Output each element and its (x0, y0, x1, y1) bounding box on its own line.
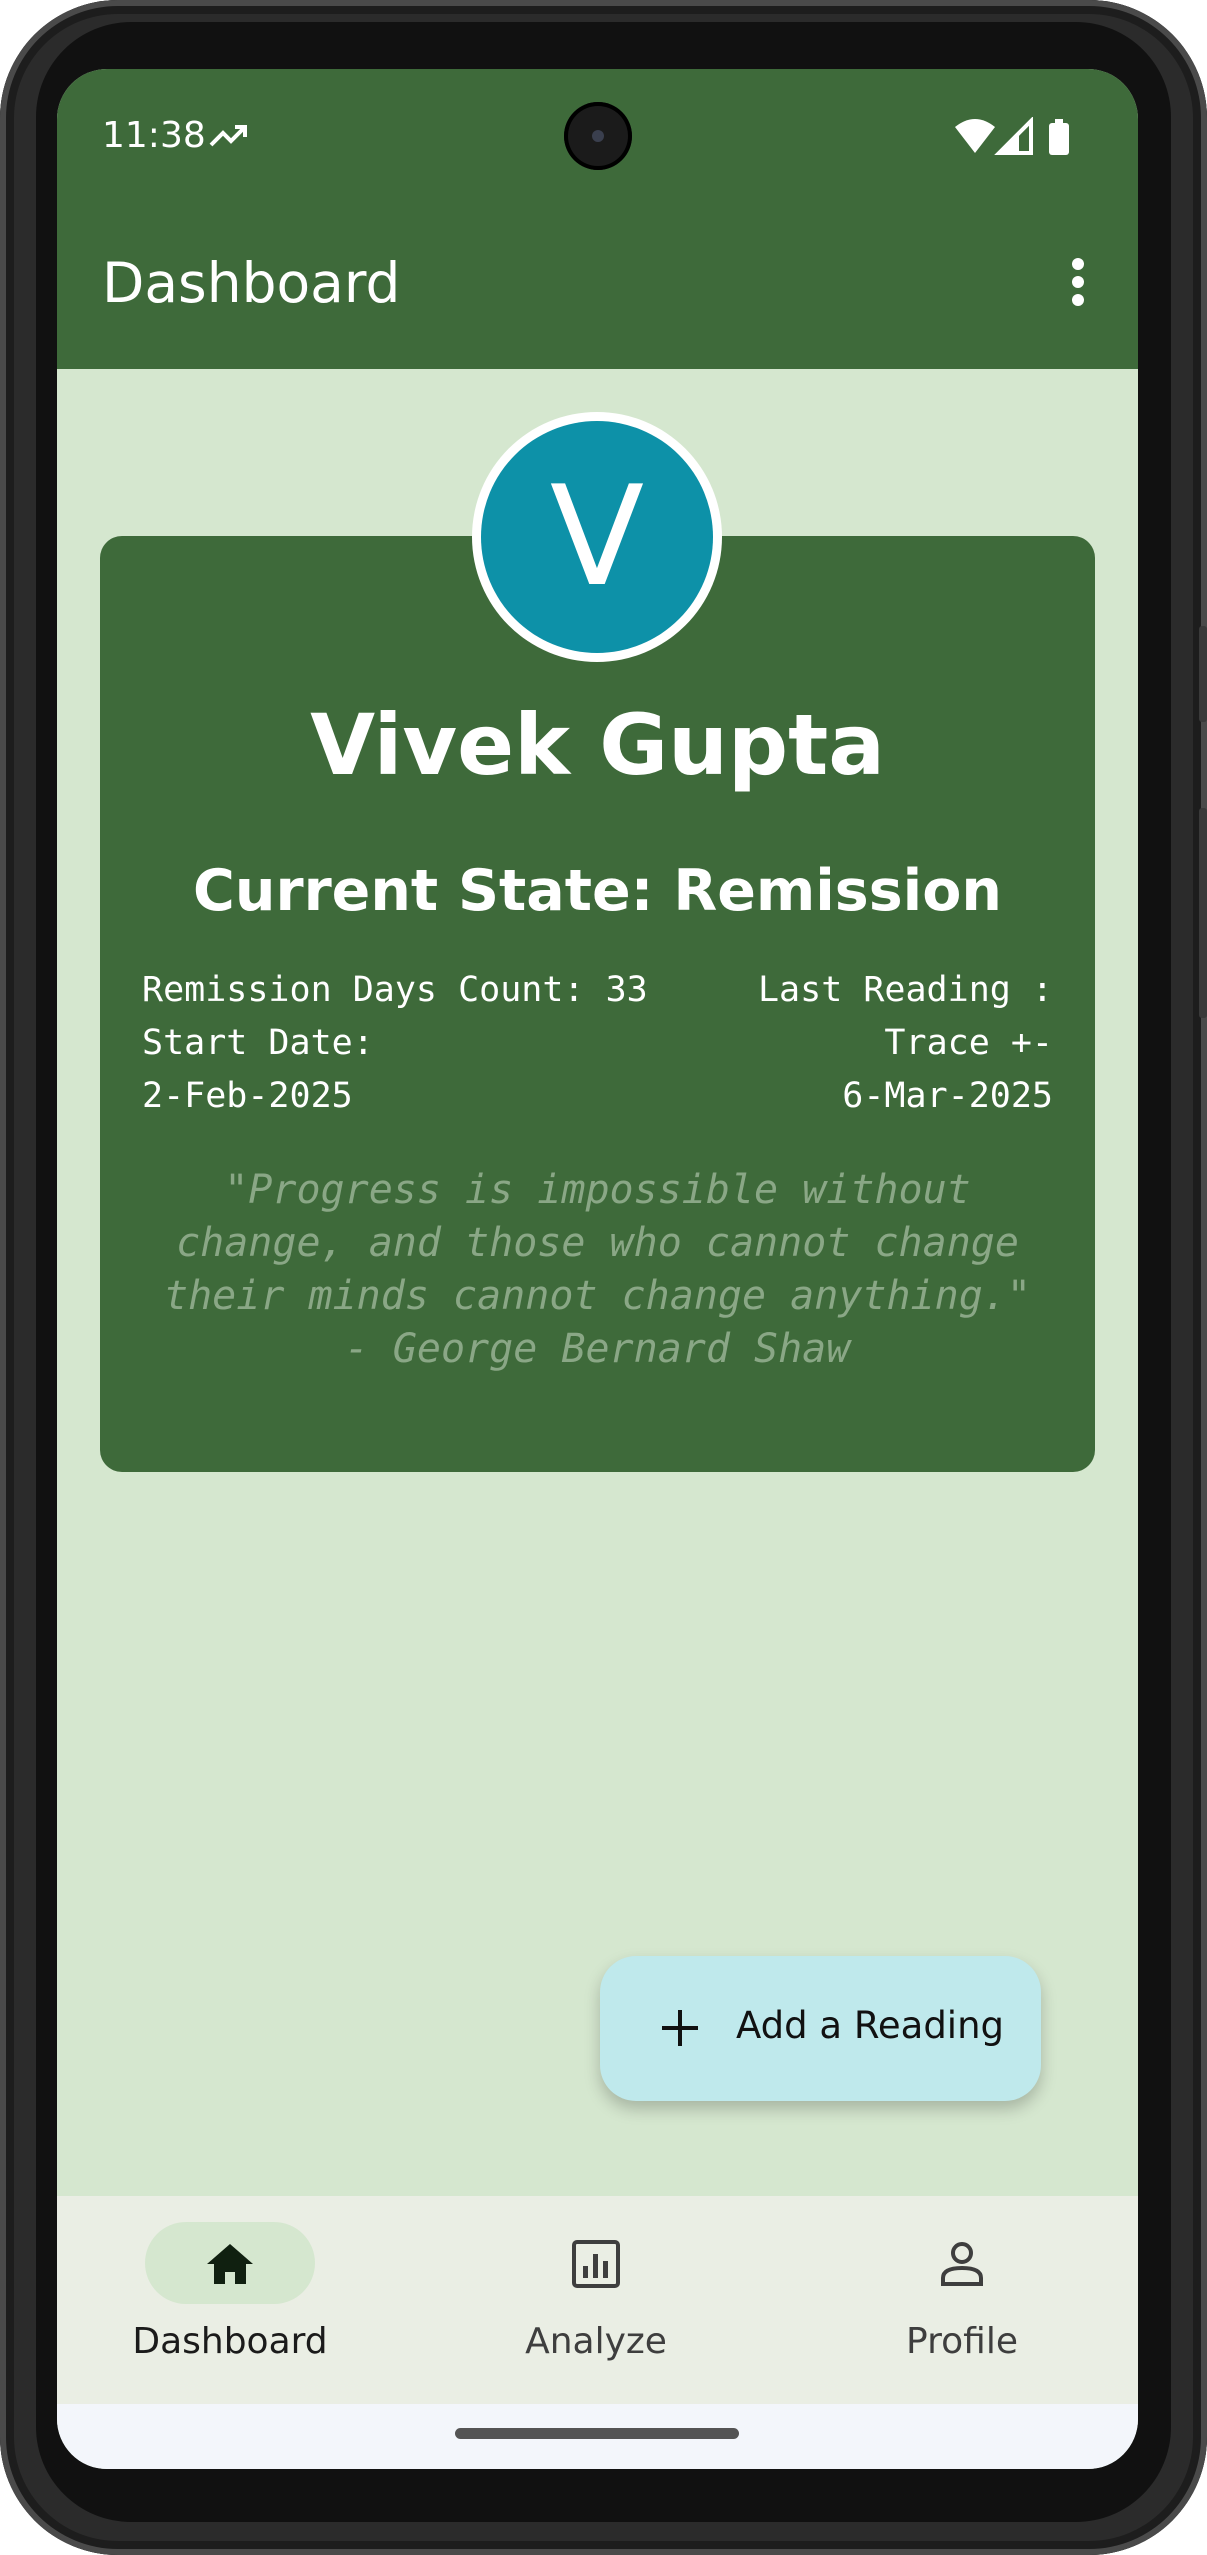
nav-label-analyze: Analyze (525, 2321, 667, 2362)
last-reading-value: Trace +- (884, 1023, 1053, 1063)
current-state: Current State: Remission (193, 858, 1002, 924)
battery-icon (1049, 119, 1069, 155)
bar-chart-icon (572, 2240, 620, 2288)
remission-info: Remission Days Count: 33 Start Date: 2-F… (142, 964, 648, 1123)
app-bar: Dashboard (57, 199, 1138, 369)
gesture-area (57, 2404, 1138, 2469)
last-reading-date: 6-Mar-2025 (842, 1076, 1053, 1116)
nav-item-dashboard[interactable]: Dashboard (57, 2196, 357, 2404)
status-icons (955, 117, 1069, 155)
trending-up-icon (209, 125, 247, 147)
last-reading-label: Last Reading : (757, 970, 1053, 1010)
remission-days-count: Remission Days Count: 33 (142, 970, 648, 1010)
screen: 11:38 Dashboard Vivek Gupta Current Stat… (57, 69, 1138, 2469)
add-reading-button[interactable]: Add a Reading (600, 1956, 1041, 2101)
status-time: 11:38 (102, 115, 206, 156)
phone-frame: 11:38 Dashboard Vivek Gupta Current Stat… (0, 0, 1207, 2555)
plus-icon (662, 2010, 698, 2046)
motivational-quote: "Progress is impossible without change, … (164, 1167, 1031, 1372)
home-gesture-handle[interactable] (455, 2428, 739, 2439)
volume-button (1199, 808, 1207, 1018)
start-date-value: 2-Feb-2025 (142, 1076, 353, 1116)
avatar-initial: V (481, 421, 713, 653)
wifi-icon (955, 119, 995, 153)
more-vert-icon[interactable] (1068, 257, 1088, 307)
start-date-label: Start Date: (142, 1023, 374, 1063)
add-reading-label: Add a Reading (736, 2004, 1005, 2047)
avatar[interactable]: V (472, 412, 722, 662)
nav-item-analyze[interactable]: Analyze (423, 2196, 723, 2404)
last-reading-info: Last Reading : Trace +- 6-Mar-2025 (758, 964, 1053, 1123)
nav-item-profile[interactable]: Profile (789, 2196, 1089, 2404)
status-bar: 11:38 (57, 69, 1138, 199)
nav-label-profile: Profile (906, 2321, 1018, 2362)
nav-label-dashboard: Dashboard (132, 2321, 328, 2362)
user-name: Vivek Gupta (310, 696, 885, 794)
signal-icon (994, 117, 1033, 155)
page-title: Dashboard (102, 251, 401, 315)
front-camera (564, 102, 632, 170)
bottom-navigation: Dashboard Analyze Profile (57, 2196, 1138, 2404)
profile-card: Vivek Gupta Current State: Remission Rem… (100, 536, 1095, 1472)
power-button (1199, 626, 1207, 722)
person-icon (941, 2242, 983, 2286)
home-icon (207, 2244, 253, 2284)
